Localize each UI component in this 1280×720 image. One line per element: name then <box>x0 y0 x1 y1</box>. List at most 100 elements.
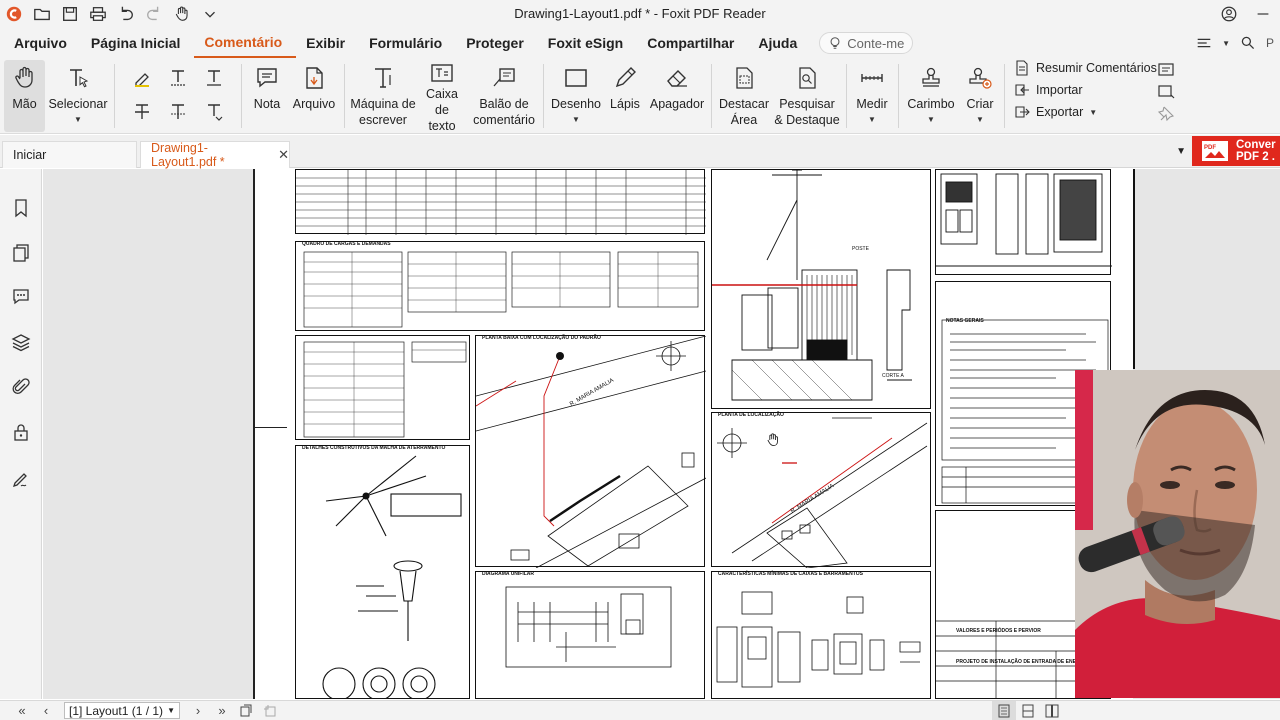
crop-view-icon[interactable] <box>258 701 282 720</box>
hand-tool-quick-icon[interactable] <box>168 0 196 28</box>
continuous-view-icon[interactable] <box>1016 701 1040 720</box>
close-tab-icon[interactable]: ✕ <box>278 147 289 163</box>
facing-view-icon[interactable] <box>1040 701 1064 720</box>
notas-label: NOTAS GERAIS <box>946 318 984 324</box>
menu-pagina-inicial[interactable]: Página Inicial <box>81 28 194 58</box>
stamp-button[interactable]: Carimbo ▼ <box>905 60 957 132</box>
measure-button[interactable]: Medir ▼ <box>852 60 892 132</box>
last-page-icon[interactable]: » <box>210 701 234 720</box>
callout-label: Balão de comentário <box>473 97 535 127</box>
save-icon[interactable] <box>56 0 84 28</box>
menu-arquivo[interactable]: Arquivo <box>4 28 81 58</box>
rotate-view-icon[interactable] <box>234 701 258 720</box>
summarize-comments-button[interactable]: Resumir Comentários <box>1014 60 1157 76</box>
comments-panel-icon[interactable] <box>9 284 33 308</box>
bookmark-icon[interactable] <box>9 196 33 220</box>
customize-dropdown-icon[interactable] <box>196 0 224 28</box>
pencil-button[interactable]: Lápis <box>606 60 644 132</box>
note-button[interactable]: Nota <box>248 60 286 132</box>
single-page-view-icon[interactable] <box>992 701 1016 720</box>
attachments-icon[interactable] <box>9 375 33 399</box>
tabs-dropdown-icon[interactable]: ▼ <box>1176 146 1186 157</box>
page-selector[interactable]: [1] Layout1 (1 / 1) ▼ <box>64 702 180 719</box>
account-icon[interactable] <box>1212 0 1246 28</box>
menu-compartilhar[interactable]: Compartilhar <box>637 28 748 58</box>
strikeout-text-icon[interactable] <box>130 100 154 124</box>
undo-icon[interactable] <box>112 0 140 28</box>
menu-formulario[interactable]: Formulário <box>359 28 456 58</box>
menu-ajuda[interactable]: Ajuda <box>748 28 811 58</box>
hand-icon <box>12 60 38 96</box>
redo-icon[interactable] <box>140 0 168 28</box>
replace-text-icon[interactable] <box>166 100 190 124</box>
convert-pdf-banner[interactable]: PDF Conver PDF 2 . <box>1192 136 1280 166</box>
street-label-1: R. MARIA AMALIA <box>569 378 615 408</box>
tab-document-label: Drawing1-Layout1.pdf * <box>151 141 225 169</box>
caracteristicas-panel: CARACTERÍSTICAS MÍNIMAS DE CAIXAS E BARR… <box>711 571 931 699</box>
search-highlight-button[interactable]: Pesquisar & Destaque <box>774 60 840 132</box>
poste-label: POSTE <box>852 246 870 252</box>
highlight-area-label: Destacar Área <box>718 97 770 127</box>
import-button[interactable]: Importar <box>1014 82 1083 98</box>
security-lock-icon[interactable] <box>9 420 33 444</box>
attach-file-button[interactable]: Arquivo <box>290 60 338 132</box>
ribbon-layout-caret-icon[interactable]: ▼ <box>1222 39 1230 48</box>
quadro-tables <box>303 251 699 328</box>
find-icon[interactable] <box>1234 29 1262 57</box>
minimize-icon[interactable] <box>1246 0 1280 28</box>
next-page-icon[interactable]: › <box>186 701 210 720</box>
create-stamp-button[interactable]: Criar ▼ <box>962 60 998 132</box>
summarize-label: Resumir Comentários <box>1036 61 1157 75</box>
highlight-text-icon[interactable] <box>130 66 154 90</box>
menu-exibir[interactable]: Exibir <box>296 28 359 58</box>
signature-icon[interactable] <box>9 467 33 491</box>
underline-text-icon[interactable] <box>166 66 190 90</box>
create-stamp-label: Criar <box>966 97 994 111</box>
select-caret-icon: ▼ <box>74 115 82 124</box>
export-button[interactable]: Exportar ▼ <box>1014 104 1097 120</box>
pages-thumbnail-icon[interactable] <box>9 241 33 265</box>
tab-start[interactable]: Iniciar <box>2 141 137 168</box>
previous-page-icon[interactable]: ‹ <box>34 701 58 720</box>
eraser-button[interactable]: Apagador <box>648 60 706 132</box>
insert-text-icon[interactable] <box>202 100 226 124</box>
poste-elevation-panel: CORTE A POSTE <box>711 169 931 409</box>
ribbon-layout-icon[interactable] <box>1190 29 1218 57</box>
find-field-fragment[interactable]: P <box>1266 36 1278 50</box>
print-icon[interactable] <box>84 0 112 28</box>
tab-document[interactable]: Drawing1-Layout1.pdf * ✕ <box>140 141 290 169</box>
street-label-2: R. MARIA AMALIA <box>790 483 835 514</box>
tell-me-label: Conte-me <box>847 35 905 51</box>
layers-icon[interactable] <box>9 330 33 354</box>
callout-button[interactable]: Balão de comentário <box>470 60 538 132</box>
typewriter-button[interactable]: Máquina de escrever <box>350 60 416 132</box>
open-folder-icon[interactable] <box>28 0 56 28</box>
planta-localizacao-panel: PLANTA DE LOCALIZAÇÃO R. MARIA AMALIA <box>711 412 931 569</box>
comment-list-icon[interactable] <box>1154 58 1178 82</box>
menu-foxit-esign[interactable]: Foxit eSign <box>538 28 637 58</box>
pin-icon[interactable] <box>1154 102 1178 126</box>
foxit-logo-icon[interactable] <box>0 0 28 28</box>
create-caret-icon: ▼ <box>976 115 984 124</box>
export-icon <box>1015 106 1030 118</box>
menu-proteger[interactable]: Proteger <box>456 28 538 58</box>
typewriter-icon <box>370 60 396 96</box>
highlight-area-button[interactable]: Destacar Área <box>716 60 772 132</box>
menu-comentario[interactable]: Comentário <box>194 28 297 58</box>
stamp-label: Carimbo <box>907 97 955 111</box>
textbox-button[interactable]: Caixa de texto <box>418 60 466 133</box>
import-icon <box>1015 84 1029 96</box>
caracteristicas-label: CARACTERÍSTICAS MÍNIMAS DE CAIXAS E BARR… <box>718 571 863 577</box>
presenter-video-image <box>1075 370 1280 698</box>
select-tool-button[interactable]: Selecionar ▼ <box>48 60 108 132</box>
drawing-button[interactable]: Desenho ▼ <box>550 60 602 132</box>
first-page-icon[interactable]: « <box>10 701 34 720</box>
quadro-cargas-panel: QUADRO DE CARGAS E DEMANDAS <box>295 241 705 331</box>
tell-me-search[interactable]: Conte-me <box>819 32 914 54</box>
hand-cursor-icon <box>765 431 781 452</box>
squiggly-text-icon[interactable] <box>202 66 226 90</box>
eraser-label: Apagador <box>649 97 705 111</box>
comment-filter-icon[interactable] <box>1154 80 1178 104</box>
hand-tool-button[interactable]: Mão <box>4 60 45 132</box>
planta-localizacao-drawing: R. MARIA AMALIA <box>717 417 928 569</box>
